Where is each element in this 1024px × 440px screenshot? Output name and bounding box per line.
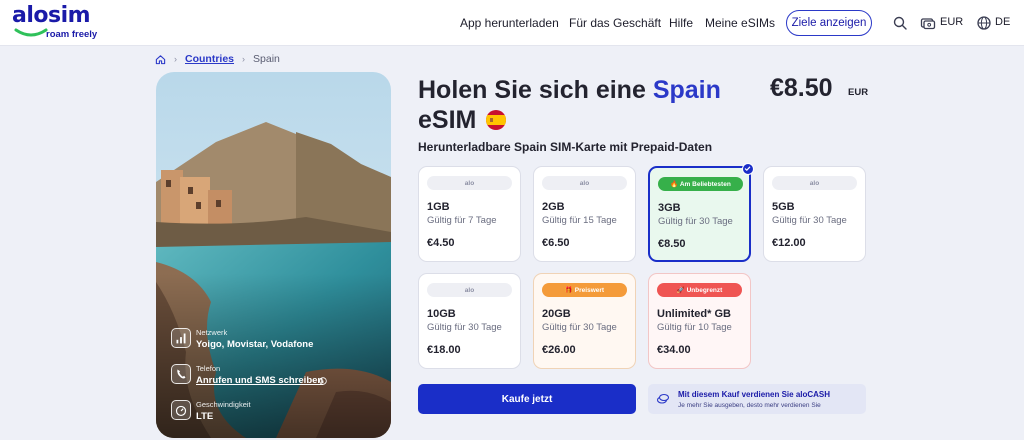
network-label: Netzwerk [196, 328, 228, 337]
currency-icon[interactable] [920, 15, 936, 31]
alosim-logo[interactable]: alosim roam freely [12, 5, 102, 41]
buy-now-button[interactable]: Kaufe jetzt [418, 384, 636, 414]
phone-value[interactable]: Anrufen und SMS schreiben [196, 375, 323, 386]
plan-card-5gb[interactable]: alo 5GB Gültig für 30 Tage €12.00 [763, 166, 866, 262]
price-currency: EUR [848, 87, 869, 98]
breadcrumb: › Countries › Spain [155, 52, 280, 66]
alocash-banner: Mit diesem Kauf verdienen Sie aloCASH Je… [648, 384, 866, 414]
page-title: Holen Sie sich eine Spain [418, 74, 721, 106]
plan-validity: Gültig für 30 Tage [542, 322, 617, 333]
plan-price: €12.00 [772, 237, 806, 249]
most-popular-badge: 🔥 Am Beliebtesten [658, 177, 743, 191]
plan-card-10gb[interactable]: alo 10GB Gültig für 30 Tage €18.00 [418, 273, 521, 369]
nav-my-esims[interactable]: Meine eSIMs [705, 0, 775, 46]
alo-chip: alo [542, 176, 627, 190]
network-value: Yoigo, Movistar, Vodafone [196, 339, 314, 350]
plan-price: €6.50 [542, 237, 570, 249]
currency-selector[interactable]: EUR [940, 16, 963, 28]
plan-price: €34.00 [657, 344, 691, 356]
plan-validity: Gültig für 7 Tage [427, 215, 497, 226]
plan-data: 3GB [658, 202, 681, 214]
info-icon[interactable] [319, 377, 327, 385]
chevron-right-icon: › [174, 54, 177, 64]
speed-info: Geschwindigkeit LTE [171, 400, 391, 430]
chevron-right-icon: › [242, 54, 246, 64]
nav-help[interactable]: Hilfe [669, 0, 693, 46]
plan-validity: Gültig für 15 Tage [542, 215, 617, 226]
signal-bars-icon [171, 328, 191, 348]
language-selector[interactable]: DE [995, 16, 1010, 28]
plan-card-2gb[interactable]: alo 2GB Gültig für 15 Tage €6.50 [533, 166, 636, 262]
selected-price: €8.50 [770, 74, 833, 102]
plan-card-20gb[interactable]: 🎁 Preiswert 20GB Gültig für 30 Tage €26.… [533, 273, 636, 369]
search-icon[interactable] [892, 15, 908, 31]
plan-validity: Gültig für 30 Tage [427, 322, 502, 333]
logo-wordmark: alosim [12, 3, 91, 28]
plan-data: 1GB [427, 201, 450, 213]
speed-label: Geschwindigkeit [196, 400, 251, 409]
logo-tagline: roam freely [46, 29, 98, 40]
plan-price: €8.50 [658, 238, 686, 250]
speedometer-icon [171, 400, 191, 420]
plan-validity: Gültig für 30 Tage [658, 216, 733, 227]
alocash-subtitle: Je mehr Sie ausgeben, desto mehr verdien… [678, 402, 821, 409]
globe-icon[interactable] [976, 15, 992, 31]
show-destinations-button[interactable]: Ziele anzeigen [786, 10, 872, 36]
nav-download-app[interactable]: App herunterladen [460, 0, 559, 46]
unlimited-badge: 🚀 Unbegrenzt [657, 283, 742, 297]
plan-price: €18.00 [427, 344, 461, 356]
plan-validity: Gültig für 30 Tage [772, 215, 847, 226]
plan-card-3gb[interactable]: 🔥 Am Beliebtesten 3GB Gültig für 30 Tage… [648, 163, 754, 262]
plan-card-unlimited[interactable]: 🚀 Unbegrenzt Unlimited* GB Gültig für 10… [648, 273, 751, 369]
plan-data: Unlimited* GB [657, 308, 731, 320]
nav-business[interactable]: Für das Geschäft [569, 0, 661, 46]
home-icon[interactable] [155, 54, 166, 65]
title-country: Spain [652, 76, 721, 104]
phone-info: Telefon Anrufen und SMS schreiben [171, 364, 391, 394]
plan-price: €26.00 [542, 344, 576, 356]
spain-flag-icon [486, 110, 506, 130]
alo-chip: alo [772, 176, 857, 190]
title-prefix: Holen Sie sich eine [418, 76, 646, 104]
plan-data: 10GB [427, 308, 456, 320]
alocash-title: Mit diesem Kauf verdienen Sie aloCASH [678, 390, 831, 399]
plan-validity: Gültig für 10 Tage [657, 322, 732, 333]
breadcrumb-countries-link[interactable]: Countries [185, 53, 234, 65]
best-value-badge: 🎁 Preiswert [542, 283, 627, 297]
page-subtitle: Herunterladbare Spain SIM-Karte mit Prep… [418, 140, 713, 154]
phone-icon [171, 364, 191, 384]
plan-data: 5GB [772, 201, 795, 213]
speed-value: LTE [196, 411, 214, 422]
plan-data: 2GB [542, 201, 565, 213]
page-title-line2: eSIM [418, 106, 477, 134]
logo-swoosh-icon [14, 28, 48, 37]
site-header: alosim roam freely App herunterladen Für… [0, 0, 1024, 46]
selected-check-icon [742, 163, 754, 175]
plan-data: 20GB [542, 308, 571, 320]
plan-price: €4.50 [427, 237, 455, 249]
network-info: Netzwerk Yoigo, Movistar, Vodafone [171, 328, 391, 358]
breadcrumb-current: Spain [253, 53, 280, 65]
coins-icon [656, 393, 670, 404]
plan-card-1gb[interactable]: alo 1GB Gültig für 7 Tage €4.50 [418, 166, 521, 262]
phone-label: Telefon [196, 364, 221, 373]
alo-chip: alo [427, 283, 512, 297]
alo-chip: alo [427, 176, 512, 190]
